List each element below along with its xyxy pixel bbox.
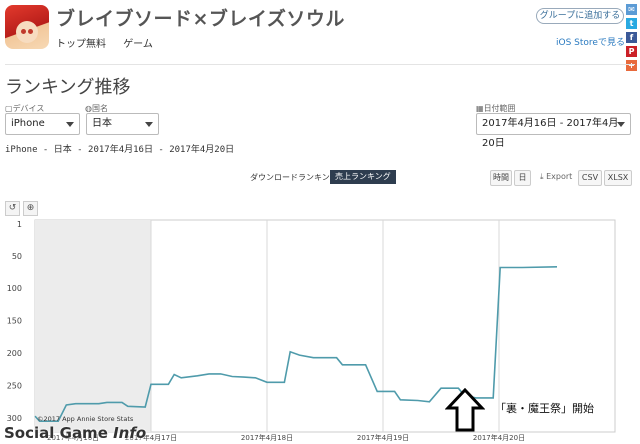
y-tick-label: 300 (7, 414, 22, 423)
page-title: ランキング推移 (5, 77, 131, 98)
header-divider (5, 64, 635, 65)
app-price-category: トップ無料 (56, 39, 106, 50)
plus-icon[interactable]: + (626, 60, 637, 71)
globe-icon: ◍ (85, 104, 92, 113)
calendar-icon: ▦ (476, 104, 484, 113)
chart-subtitle: iPhone - 日本 - 2017年4月16日 - 2017年4月20日 (5, 145, 235, 155)
reset-zoom-icon[interactable]: ↺ (5, 201, 20, 216)
x-tick-label: 2017年4月18日 (241, 433, 293, 442)
chevron-down-icon (66, 122, 74, 127)
xlsx-button[interactable]: XLSX (604, 170, 632, 186)
twitter-icon[interactable]: t (626, 18, 637, 29)
y-tick-label: 1 (17, 220, 22, 229)
device-icon: ▢ (5, 104, 13, 113)
share-icon[interactable]: ✉ (626, 4, 637, 15)
tab-download-ranking[interactable]: ダウンロードランキング (250, 172, 338, 183)
weekend-band (35, 220, 151, 432)
csv-button[interactable]: CSV (578, 170, 602, 186)
facebook-icon[interactable]: f (626, 32, 637, 43)
up-arrow-icon (445, 388, 485, 432)
hour-button[interactable]: 時間 (490, 170, 512, 186)
x-tick-label: 2017年4月19日 (357, 433, 409, 442)
y-axis: 150100150200250300 (7, 220, 22, 423)
y-tick-label: 200 (7, 349, 22, 358)
tab-sales-ranking[interactable]: 売上ランキング (330, 170, 396, 184)
app-title: ブレイブソード×ブレイズソウル (56, 8, 345, 30)
download-icon: ⤓ (540, 172, 544, 181)
chevron-down-icon (617, 122, 625, 127)
y-tick-label: 250 (7, 382, 22, 391)
pinterest-icon[interactable]: P (626, 46, 637, 57)
zoom-icon[interactable]: ⊕ (23, 201, 38, 216)
event-annotation: 「裏・魔王祭」開始 (495, 402, 594, 415)
country-select[interactable]: 日本 (86, 113, 159, 135)
add-to-group-button[interactable]: グループに追加する (536, 8, 624, 24)
export-button[interactable]: ⤓ Export (540, 172, 572, 182)
day-button[interactable]: 日 (514, 170, 531, 186)
device-select[interactable]: iPhone (5, 113, 80, 135)
chevron-down-icon (145, 122, 153, 127)
x-tick-label: 2017年4月20日 (473, 433, 525, 442)
y-tick-label: 150 (7, 317, 22, 326)
chart-credit: ©2017 App Annie Store Stats (37, 415, 134, 423)
app-meta: トップ無料 ゲーム (56, 35, 167, 50)
date-range-select[interactable]: 2017年4月16日 - 2017年4月20日 (476, 113, 631, 149)
ios-store-link[interactable]: iOS Storeで見る (556, 35, 625, 48)
app-icon (5, 5, 49, 49)
app-genre[interactable]: ゲーム (123, 39, 153, 50)
y-tick-label: 100 (7, 284, 22, 293)
y-tick-label: 50 (12, 252, 22, 261)
watermark: Social Game Info (4, 424, 147, 442)
